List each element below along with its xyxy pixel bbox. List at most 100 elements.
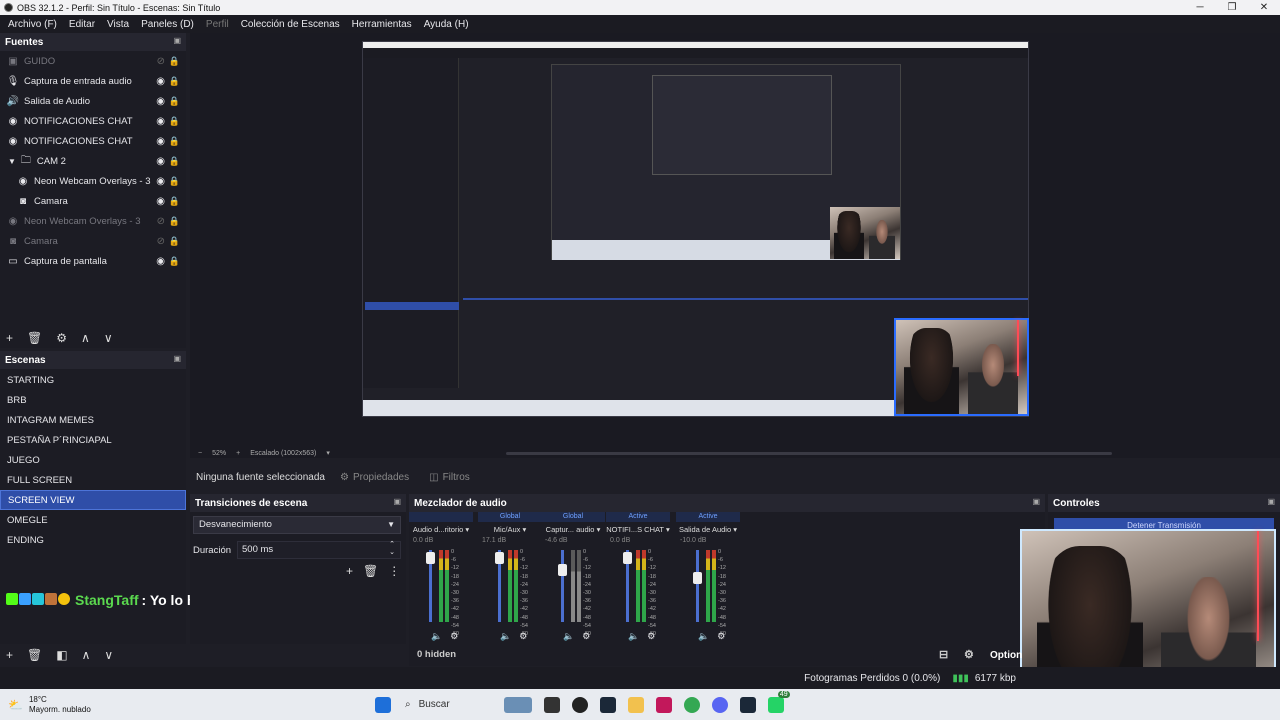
options-button[interactable]: Option: [990, 650, 1022, 661]
scene-item[interactable]: FULL SCREEN: [0, 470, 186, 490]
channel-name[interactable]: Salida de Audio ▾: [676, 525, 740, 534]
chevron-down-icon[interactable]: ▾: [326, 449, 330, 457]
move-up-icon[interactable]: ∧: [82, 648, 91, 662]
preview-scrollbar[interactable]: [506, 452, 1112, 455]
undock-icon[interactable]: ▣: [173, 36, 181, 45]
menu-item[interactable]: Editar: [63, 19, 101, 30]
remove-transition-icon[interactable]: 🗑: [363, 564, 378, 578]
taskbar-search[interactable]: ⌕ Buscar: [405, 699, 450, 710]
lock-icon[interactable]: 🔒: [169, 256, 180, 267]
source-item[interactable]: ▣ GUIDO ⊘ 🔒: [0, 51, 186, 71]
volume-fader-track[interactable]: [696, 550, 699, 622]
gear-icon[interactable]: ⚙: [519, 631, 527, 642]
eye-icon[interactable]: ◉: [156, 76, 165, 87]
source-item[interactable]: 🔊 Salida de Audio ◉ 🔒: [0, 91, 186, 111]
channel-name[interactable]: Captur... audio ▾: [541, 525, 605, 534]
eye-hidden-icon[interactable]: ⊘: [157, 56, 165, 67]
eye-hidden-icon[interactable]: ⊘: [157, 236, 165, 247]
lock-icon[interactable]: 🔒: [169, 116, 180, 127]
channel-name[interactable]: Audio d...ritorio ▾: [409, 525, 473, 534]
layout-icon[interactable]: ⊟: [939, 644, 948, 666]
scene-item[interactable]: INTAGRAM MEMES: [0, 410, 186, 430]
lock-icon[interactable]: 🔒: [169, 96, 180, 107]
discord-icon[interactable]: [711, 696, 728, 713]
volume-fader-handle[interactable]: [623, 552, 632, 564]
move-down-icon[interactable]: ∨: [104, 331, 113, 345]
lock-icon[interactable]: 🔒: [169, 56, 180, 67]
minimize-icon[interactable]: ─: [1184, 0, 1216, 15]
lock-icon[interactable]: 🔒: [169, 176, 180, 187]
lock-icon[interactable]: 🔒: [169, 196, 180, 207]
volume-fader-handle[interactable]: [426, 552, 435, 564]
menu-item[interactable]: Archivo (F): [2, 19, 63, 30]
spin-arrows-icon[interactable]: ⌃ ⌄: [389, 541, 395, 557]
eye-icon[interactable]: ◉: [156, 136, 165, 147]
move-up-icon[interactable]: ∧: [81, 331, 90, 345]
eye-icon[interactable]: ◉: [156, 156, 165, 167]
weather-widget[interactable]: 18°C Mayorm. nublado: [29, 695, 369, 715]
windows-start-icon[interactable]: [374, 696, 391, 713]
scene-item[interactable]: ENDING: [0, 530, 186, 550]
menu-item[interactable]: Ayuda (H): [418, 19, 475, 30]
obs-taskbar-icon[interactable]: [571, 696, 588, 713]
speaker-icon[interactable]: 🔈: [431, 631, 442, 642]
source-settings-icon[interactable]: ⚙: [56, 331, 67, 345]
lock-icon[interactable]: 🔒: [169, 236, 180, 247]
source-item[interactable]: ◙ Camara ◉ 🔒: [0, 191, 186, 211]
undock-icon[interactable]: ▣: [1267, 497, 1275, 506]
menu-item[interactable]: Colección de Escenas: [235, 19, 346, 30]
source-item[interactable]: ◉ Neon Webcam Overlays - 3 ⊘ 🔒: [0, 211, 186, 231]
chrome-icon[interactable]: [683, 696, 700, 713]
source-item[interactable]: ◉ Neon Webcam Overlays - 3 ◉ 🔒: [0, 171, 186, 191]
maximize-icon[interactable]: ❐: [1216, 0, 1248, 15]
eye-icon[interactable]: ◉: [156, 116, 165, 127]
scene-item[interactable]: PESTAÑA P´RINCIAPAL: [0, 430, 186, 450]
speaker-icon[interactable]: 🔈: [628, 631, 639, 642]
transition-select[interactable]: Desvanecimiento ▼: [193, 516, 401, 534]
undock-icon[interactable]: ▣: [393, 497, 401, 506]
undock-icon[interactable]: ▣: [1032, 497, 1040, 506]
speaker-icon[interactable]: 🔈: [698, 631, 709, 642]
lock-icon[interactable]: 🔒: [169, 136, 180, 147]
remove-scene-icon[interactable]: 🗑: [27, 648, 42, 662]
gear-icon[interactable]: ⚙: [717, 631, 725, 642]
source-item[interactable]: ◉ NOTIFICACIONES CHAT ◉ 🔒: [0, 111, 186, 131]
source-item[interactable]: ▭ Captura de pantalla ◉ 🔒: [0, 251, 186, 271]
scene-item[interactable]: STARTING: [0, 370, 186, 390]
add-source-icon[interactable]: +: [6, 331, 13, 345]
more-options-icon[interactable]: ⋮: [388, 564, 400, 578]
lock-icon[interactable]: 🔒: [169, 156, 180, 167]
scene-item[interactable]: BRB: [0, 390, 186, 410]
scene-filters-icon[interactable]: ◧: [56, 648, 67, 662]
source-item[interactable]: ▼ 🗀 CAM 2 ◉ 🔒: [0, 151, 186, 171]
volume-fader-handle[interactable]: [495, 552, 504, 564]
whatsapp-icon[interactable]: 49: [767, 690, 790, 713]
scene-item[interactable]: OMEGLE: [0, 510, 186, 530]
gear-icon[interactable]: ⚙: [647, 631, 655, 642]
menu-item[interactable]: Herramientas: [346, 19, 418, 30]
eye-icon[interactable]: ◉: [156, 96, 165, 107]
eye-icon[interactable]: ◉: [156, 256, 165, 267]
menu-item[interactable]: Perfil: [200, 19, 235, 30]
volume-fader-handle[interactable]: [693, 572, 702, 584]
eye-icon[interactable]: ◉: [156, 176, 165, 187]
chevron-down-icon[interactable]: ▼: [8, 157, 16, 166]
steam-icon[interactable]: [739, 696, 756, 713]
source-item[interactable]: ◙ Camara ⊘ 🔒: [0, 231, 186, 251]
zoom-out-icon[interactable]: −: [198, 450, 202, 457]
speaker-icon[interactable]: 🔈: [500, 631, 511, 642]
menu-item[interactable]: Paneles (D): [135, 19, 200, 30]
gear-icon[interactable]: ⚙: [582, 631, 590, 642]
menu-item[interactable]: Vista: [101, 19, 135, 30]
eye-hidden-icon[interactable]: ⊘: [157, 216, 165, 227]
muted-speaker-icon[interactable]: 🔈: [563, 631, 574, 642]
gear-icon[interactable]: ⚙: [964, 644, 974, 666]
properties-button[interactable]: ⚙ Propiedades: [330, 472, 419, 483]
eye-icon[interactable]: ◉: [156, 196, 165, 207]
scale-select[interactable]: Escalado (1002x563): [250, 450, 316, 457]
gear-icon[interactable]: ⚙: [450, 631, 458, 642]
channel-name[interactable]: NOTIFI...S CHAT ▾: [606, 525, 670, 534]
scene-item[interactable]: SCREEN VIEW: [0, 490, 186, 510]
undock-icon[interactable]: ▣: [173, 354, 181, 363]
app-icon[interactable]: [655, 696, 672, 713]
